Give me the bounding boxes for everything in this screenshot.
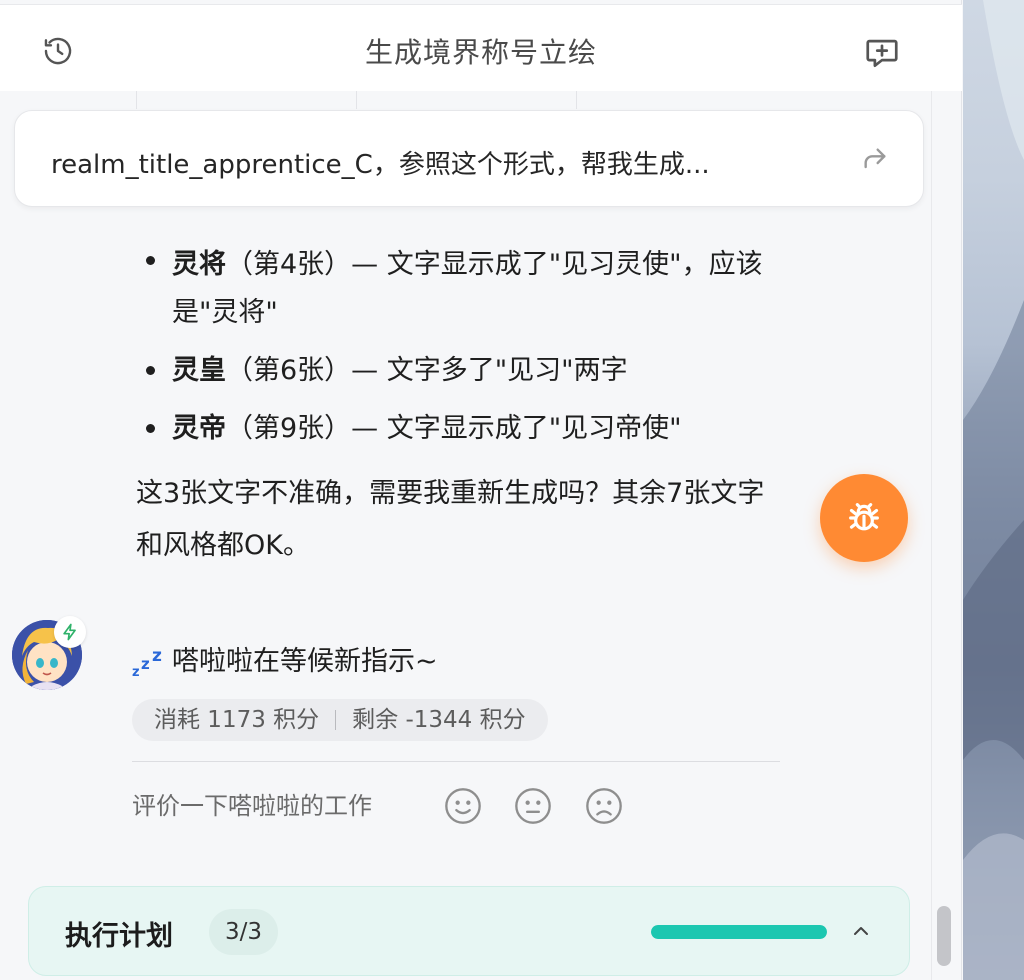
user-prompt-card[interactable]: realm_title_apprentice_C，参照这个形式，帮我生成...: [14, 110, 924, 207]
svg-text:z: z: [152, 646, 162, 666]
list-item: 灵将（第4张）— 文字显示成了"见习灵使"，应该是"灵将": [136, 236, 786, 342]
side-preview-image: [963, 0, 1024, 980]
issue-detail: （第9张）— 文字显示成了"见习帝使": [226, 413, 682, 444]
plan-title: 执行计划: [65, 921, 173, 952]
plan-collapse-button[interactable]: [843, 913, 879, 949]
page-title: 生成境界称号立绘: [364, 36, 597, 69]
plan-progress-fill: [651, 925, 827, 939]
list-item: 灵帝（第9张）— 文字显示成了"见习帝使": [136, 400, 786, 458]
scroll-track: [931, 91, 932, 980]
bug-icon: [849, 503, 879, 531]
plan-step-count: 3/3: [209, 909, 279, 955]
smile-face-icon: [445, 788, 481, 824]
credits-separator: [335, 710, 337, 730]
issue-detail: （第4张）— 文字显示成了"见习灵使"，应该是"灵将": [172, 249, 763, 328]
prompt-share-button[interactable]: [857, 141, 893, 177]
sad-face-icon: [586, 788, 622, 824]
issue-title: 灵将: [172, 249, 226, 280]
scrollbar-thumb[interactable]: [937, 906, 951, 966]
list-item: 灵皇（第6张）— 文字多了"见习"两字: [136, 342, 786, 400]
svg-text:z: z: [132, 665, 140, 680]
issue-title: 灵皇: [172, 355, 226, 386]
column-divider: [576, 91, 577, 109]
new-chat-button[interactable]: [862, 33, 902, 73]
neutral-face-icon: [515, 788, 551, 824]
chevron-up-icon: [854, 927, 868, 935]
issue-detail: （第6张）— 文字多了"见习"两字: [226, 355, 628, 386]
assistant-message: 灵将（第4张）— 文字显示成了"见习灵使"，应该是"灵将" 灵皇（第6张）— 文…: [136, 236, 786, 572]
bug-report-button[interactable]: [820, 474, 908, 562]
rate-neutral-button[interactable]: [512, 785, 554, 827]
issue-title: 灵帝: [172, 413, 226, 444]
credits-pill: 消耗 1173 积分 剩余 -1344 积分: [132, 699, 548, 741]
credits-consumed: 消耗 1173 积分: [154, 707, 320, 733]
column-divider: [356, 91, 357, 109]
chat-plus-icon: [866, 39, 898, 68]
column-divider: [136, 91, 137, 109]
prompt-text: realm_title_apprentice_C，参照这个形式，帮我生成...: [51, 150, 710, 180]
avatar-status-badge: [54, 616, 86, 648]
lightning-icon: [63, 623, 76, 641]
credits-remaining: 剩余 -1344 积分: [352, 707, 526, 733]
message-summary: 这3张文字不准确，需要我重新生成吗？其余7张文字和风格都OK。: [136, 478, 765, 561]
status-text: 嗒啦啦在等候新指示~: [172, 646, 438, 677]
divider: [132, 761, 780, 762]
header-bar: 生成境界称号立绘: [0, 5, 962, 91]
svg-text:z: z: [141, 655, 150, 673]
rate-happy-button[interactable]: [442, 785, 484, 827]
chat-panel: 生成境界称号立绘 realm_title_apprentice_C，参照这个形式…: [0, 0, 962, 980]
plan-progress-bar: [651, 925, 827, 939]
rate-sad-button[interactable]: [583, 785, 625, 827]
assistant-status: z z z 嗒啦啦在等候新指示~: [132, 640, 438, 684]
execution-plan-bar[interactable]: 执行计划 3/3: [28, 886, 910, 976]
rating-label: 评价一下嗒啦啦的工作: [132, 792, 372, 820]
preview-artwork: [963, 0, 1024, 980]
issue-list: 灵将（第4张）— 文字显示成了"见习灵使"，应该是"灵将" 灵皇（第6张）— 文…: [136, 236, 786, 458]
app-window: 生成境界称号立绘 realm_title_apprentice_C，参照这个形式…: [0, 0, 1024, 980]
zzz-icon: z z z: [132, 646, 162, 680]
forward-arrow-icon: [864, 148, 886, 169]
